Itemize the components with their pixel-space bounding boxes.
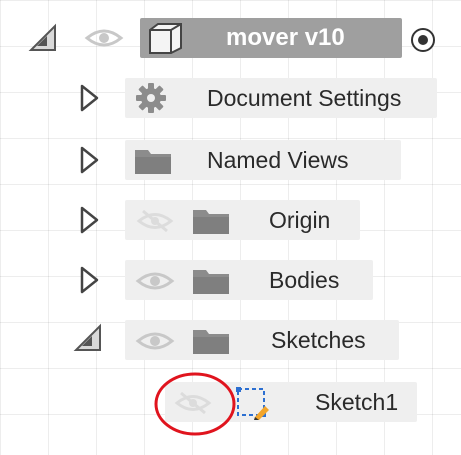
folder-icon [193,330,229,354]
radio-active-icon[interactable] [410,27,436,53]
tree-item-named-views[interactable]: Named Views [125,140,401,180]
tree-item-document-settings[interactable]: Document Settings [125,78,437,118]
tree-item-label: Sketches [271,327,366,353]
highlight-circle [154,372,236,436]
eye-icon[interactable] [84,26,124,50]
folder-icon [135,150,171,174]
gear-icon [136,83,166,113]
tree-item-origin[interactable]: Origin [125,200,360,240]
tree-item-label: Sketch1 [315,389,399,415]
tree-row-origin: Origin [0,192,461,248]
tree-row-sketches: Sketches [0,312,461,368]
tree-row-bodies: Bodies [0,252,461,308]
eye-icon[interactable] [135,269,175,293]
eye-icon[interactable] [135,329,175,353]
tree-item-label: Origin [269,207,331,233]
collapse-triangle-icon[interactable] [28,23,59,54]
tree-item-root[interactable]: mover v10 [140,18,402,58]
expand-triangle-icon[interactable] [80,146,100,174]
tree-row-named-views: Named Views [0,132,461,188]
expand-triangle-icon[interactable] [80,206,100,234]
tree-item-sketches[interactable]: Sketches [125,320,399,360]
tree-row-root: mover v10 [0,10,461,66]
tree-row-document-settings: Document Settings [0,70,461,126]
tree-row-sketch1: Sketch1 [0,372,461,436]
tree-item-label: mover v10 [226,24,345,51]
expand-triangle-icon[interactable] [80,266,100,294]
component-cube-icon [149,23,182,54]
tree-item-label: Document Settings [207,85,402,111]
sketch-icon [236,387,269,420]
tree-item-label: Bodies [269,267,340,293]
tree-item-label: Named Views [207,147,349,173]
folder-icon [193,270,229,294]
expand-triangle-icon[interactable] [80,84,100,112]
folder-icon [193,210,229,234]
collapse-triangle-icon[interactable] [73,323,104,354]
eye-hidden-icon[interactable] [135,208,175,234]
tree-item-bodies[interactable]: Bodies [125,260,373,300]
